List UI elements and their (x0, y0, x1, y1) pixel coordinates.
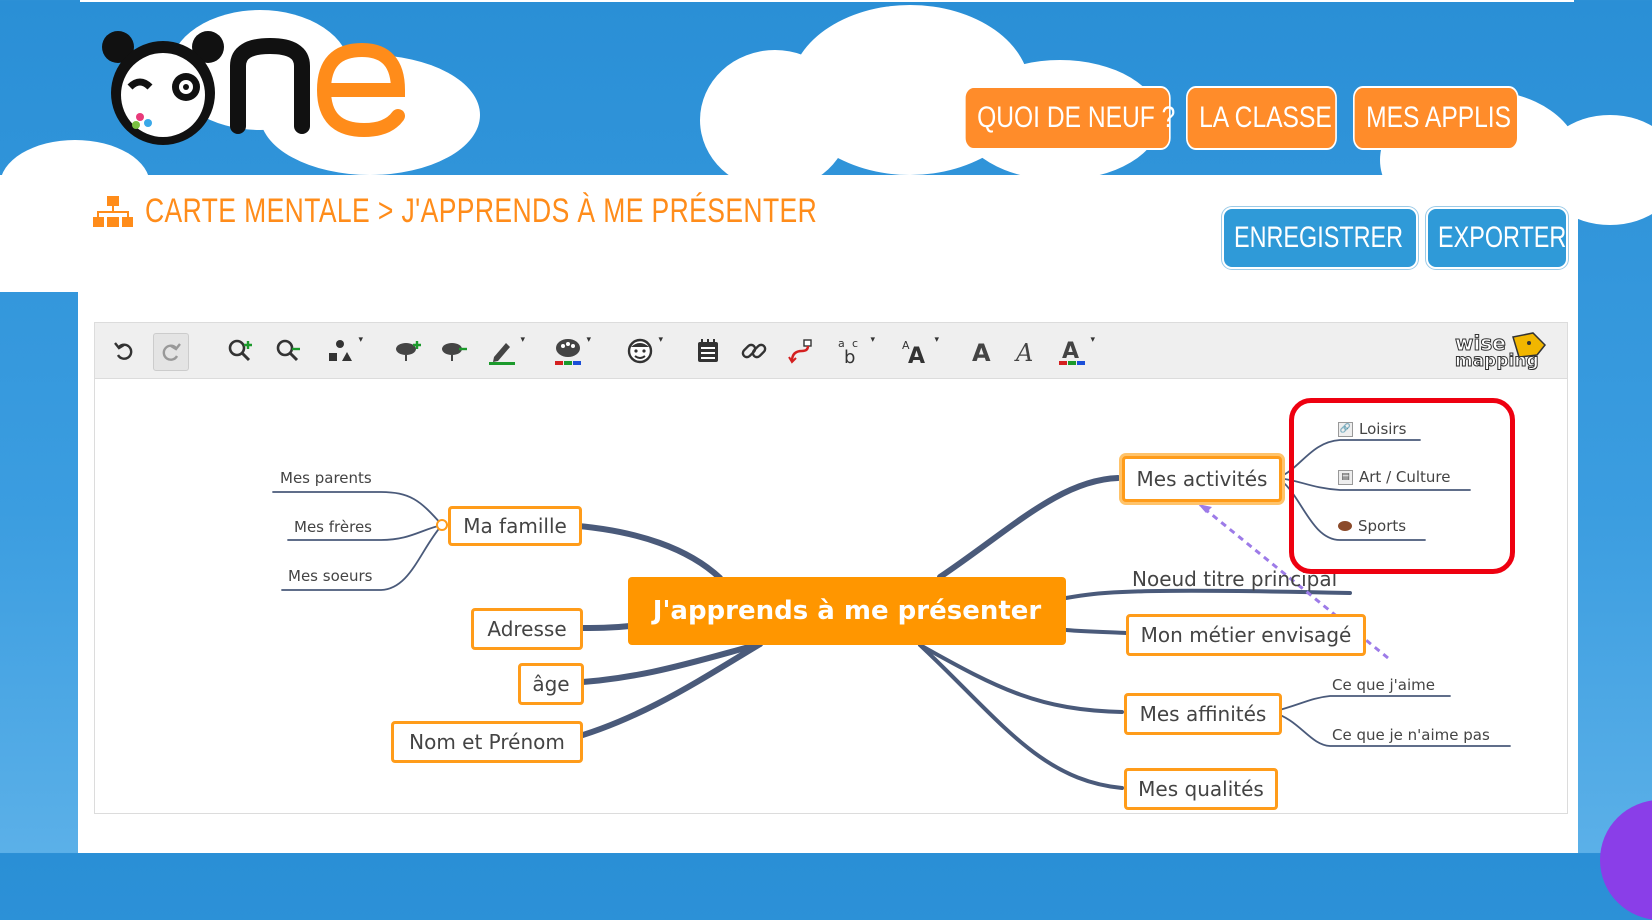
node-ma-famille[interactable]: Ma famille (448, 506, 582, 546)
svg-text:A: A (908, 344, 925, 365)
undo-icon[interactable] (107, 333, 141, 369)
node-age[interactable]: âge (518, 663, 584, 705)
editor-toolbar: ▾ ▾ ▾ ▾ acb ▾ AA ▾ A A A ▾ wise mapping (94, 322, 1568, 379)
logo[interactable] (100, 20, 406, 145)
font-color-icon[interactable]: A ▾ (1055, 333, 1095, 369)
page-title-row: CARTE MENTALE > J'APPRENDS À ME PRÉSENTE… (93, 192, 1007, 231)
action-buttons: ENREGISTRER EXPORTER (1222, 207, 1568, 269)
main-nav: QUOI DE NEUF ? LA CLASSE MES APPLIS (964, 86, 1555, 150)
emoji-icon[interactable]: ▾ (623, 333, 663, 369)
logo-wordmark-icon (230, 37, 406, 138)
corner-decoration (1600, 800, 1652, 920)
nav-quoi-de-neuf[interactable]: QUOI DE NEUF ? (964, 86, 1175, 150)
nav-mes-applis[interactable]: MES APPLIS (1353, 86, 1519, 150)
node-mes-qualites[interactable]: Mes qualités (1124, 768, 1278, 810)
leaf-ce-que-j-aime[interactable]: Ce que j'aime (1332, 676, 1435, 694)
wisemapping-word-2: mapping (1455, 351, 1540, 371)
zoom-out-icon[interactable] (271, 333, 305, 369)
bold-icon[interactable]: A (965, 333, 999, 369)
save-button-label: ENREGISTRER (1234, 221, 1404, 254)
node-adresse[interactable]: Adresse (471, 608, 583, 650)
delete-topic-icon[interactable] (437, 333, 471, 369)
background-color-icon[interactable]: ▾ (551, 333, 591, 369)
central-topic[interactable]: J'apprends à me présenter (628, 577, 1066, 645)
svg-text:b: b (844, 347, 855, 365)
leaf-mes-soeurs[interactable]: Mes soeurs (288, 567, 372, 585)
svg-text:A: A (972, 339, 991, 365)
panda-logo-icon (102, 31, 224, 145)
highlight-annotation (1289, 398, 1515, 574)
leaf-mes-freres[interactable]: Mes frères (294, 518, 372, 536)
svg-text:A: A (1014, 339, 1033, 365)
wisemapping-word-1: wise (1455, 331, 1507, 355)
relationship-icon[interactable] (783, 333, 817, 369)
shape-icon[interactable]: ▾ (323, 333, 363, 369)
node-mon-metier[interactable]: Mon métier envisagé (1126, 614, 1366, 656)
nav-la-classe[interactable]: LA CLASSE (1186, 86, 1337, 150)
node-mes-affinites[interactable]: Mes affinités (1124, 693, 1282, 735)
border-color-icon[interactable]: ▾ (485, 333, 525, 369)
font-family-icon[interactable]: acb ▾ (835, 333, 875, 369)
font-size-icon[interactable]: AA ▾ (899, 333, 939, 369)
zoom-in-icon[interactable] (223, 333, 257, 369)
link-icon[interactable] (737, 333, 771, 369)
redo-icon[interactable] (153, 333, 189, 371)
node-nom-prenom[interactable]: Nom et Prénom (391, 721, 583, 763)
page-title: CARTE MENTALE > J'APPRENDS À ME PRÉSENTE… (145, 192, 818, 230)
export-button[interactable]: EXPORTER (1426, 207, 1568, 269)
leaf-mes-parents[interactable]: Mes parents (280, 469, 372, 487)
svg-text:A: A (1062, 339, 1079, 364)
add-topic-icon[interactable] (391, 333, 425, 369)
save-button[interactable]: ENREGISTRER (1222, 207, 1418, 269)
sitemap-icon (93, 195, 133, 227)
export-button-label: EXPORTER (1438, 221, 1567, 254)
content-panel-extension (0, 175, 78, 292)
leaf-ce-que-je-n-aime-pas[interactable]: Ce que je n'aime pas (1332, 726, 1490, 744)
italic-icon[interactable]: A (1009, 333, 1043, 369)
node-mes-activites[interactable]: Mes activités (1122, 456, 1282, 502)
note-icon[interactable] (691, 333, 725, 369)
wisemapping-logo: wise mapping (1455, 331, 1547, 379)
top-border (80, 0, 1574, 2)
